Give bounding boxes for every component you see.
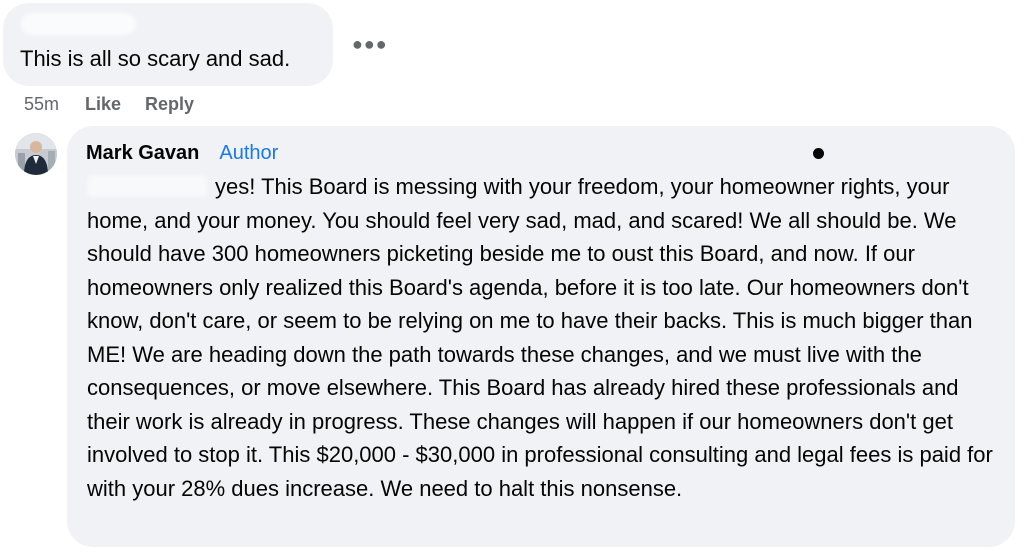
like-button[interactable]: Like	[85, 94, 121, 115]
reply-button[interactable]: Reply	[145, 94, 194, 115]
author-name[interactable]: Mark Gavan	[86, 142, 199, 165]
redacted-commenter-name	[21, 13, 136, 35]
reply-text-block: yes! This Board is messing with your fre…	[87, 170, 997, 505]
comment-text: This is all so scary and sad.	[20, 46, 291, 71]
comment-actions: 55m Like Reply	[24, 92, 218, 116]
user-avatar-icon	[15, 133, 57, 175]
redacted-tagged-name[interactable]	[87, 175, 207, 197]
comment-timestamp[interactable]: 55m	[24, 94, 59, 115]
cursor-dot-icon	[813, 148, 824, 159]
reply-header: Mark Gavan Author	[86, 139, 278, 167]
avatar[interactable]	[15, 133, 57, 175]
reply-text: yes! This Board is messing with your fre…	[87, 174, 993, 501]
more-options-button[interactable]: ●●●	[352, 30, 388, 58]
author-badge: Author	[219, 141, 279, 164]
more-horizontal-icon: ●●●	[352, 34, 388, 54]
